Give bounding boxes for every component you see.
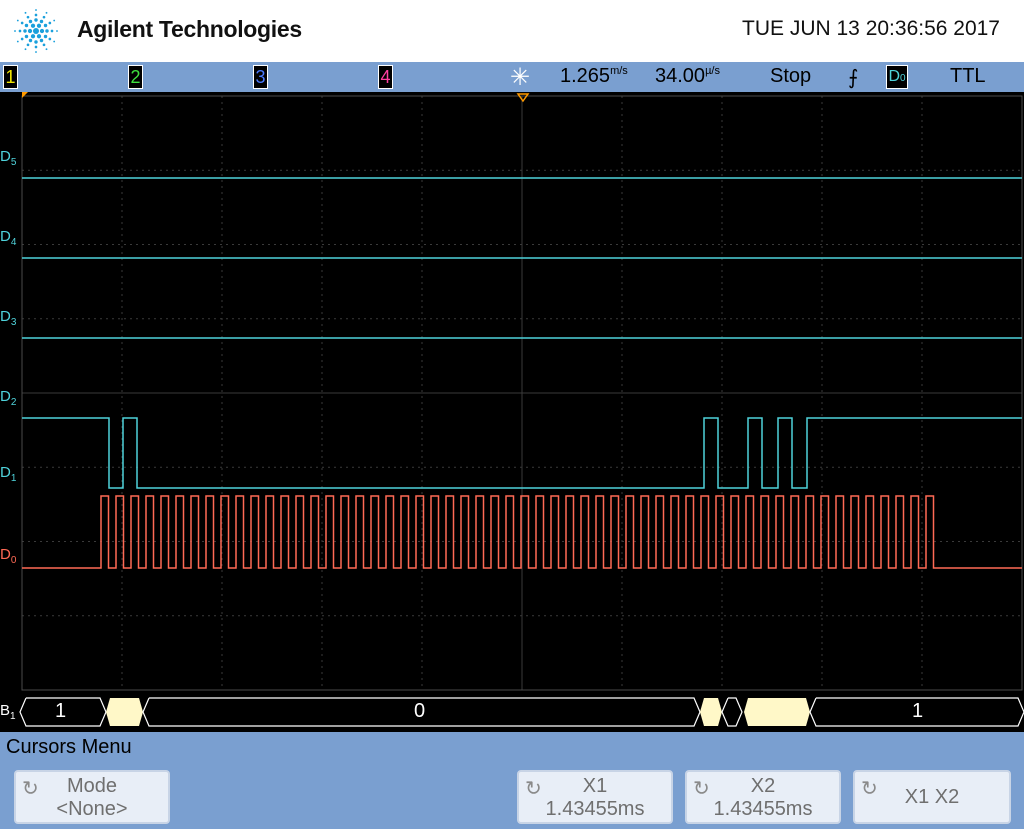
acquisition-star-icon: ✳ — [510, 64, 531, 91]
menu-title: Cursors Menu — [6, 736, 132, 758]
trigger-position-marker — [516, 93, 530, 103]
waveform-canvas — [19, 92, 1024, 727]
mode-softkey[interactable]: ↻ Mode <None> — [14, 770, 170, 824]
bus-value: 1 — [912, 700, 924, 722]
trigger-level[interactable]: TTL — [950, 65, 986, 88]
timebase-scale[interactable]: 34.00µ/s — [655, 65, 720, 88]
bus-transition-block — [106, 698, 143, 726]
time-reference[interactable]: 1.265m/s — [560, 65, 628, 88]
bus-transition-block — [700, 698, 722, 726]
d5-label: D5 — [0, 148, 17, 168]
bus-value: 1 — [55, 700, 67, 722]
time-reference-marker — [22, 92, 28, 98]
brand-name: Agilent Technologies — [77, 16, 302, 42]
date-time: TUE JUN 13 20:36:56 2017 — [742, 17, 1000, 40]
channel-2-indicator[interactable]: 2 — [128, 65, 143, 89]
d1-label: D1 — [0, 464, 17, 484]
trigger-source[interactable]: D0 — [886, 65, 908, 89]
channel-4-indicator[interactable]: 4 — [378, 65, 393, 89]
waveform-display[interactable]: D5 D4 D3 D2 D1 D0 B1 1 0 1 — [0, 92, 1024, 732]
softkey-menu-bar: Cursors Menu ↻ Mode <None> ↻ X1 1.43455m… — [0, 732, 1024, 829]
d3-label: D3 — [0, 308, 17, 328]
bus-value: 0 — [414, 700, 426, 722]
bus-segment — [721, 697, 743, 727]
bus-transition-block — [744, 698, 810, 726]
status-bar: 1 2 3 4 ✳ 1.265m/s 34.00µ/s Stop ⨍ D0 TT… — [0, 62, 1024, 92]
x1-softkey[interactable]: ↻ X1 1.43455ms — [517, 770, 673, 824]
x2-softkey[interactable]: ↻ X2 1.43455ms — [685, 770, 841, 824]
x1-x2-softkey[interactable]: ↻ X1 X2 — [853, 770, 1011, 824]
run-state[interactable]: Stop — [770, 65, 811, 88]
d2-label: D2 — [0, 388, 17, 408]
bus-label: B1 — [0, 702, 16, 722]
falling-edge-icon: ⨍ — [848, 67, 859, 89]
header: Agilent Technologies TUE JUN 13 20:36:56… — [0, 0, 1024, 62]
channel-3-indicator[interactable]: 3 — [253, 65, 268, 89]
channel-1-indicator[interactable]: 1 — [3, 65, 18, 89]
d4-label: D4 — [0, 228, 17, 248]
d0-label: D0 — [0, 546, 17, 566]
agilent-spark-logo-icon — [14, 9, 58, 53]
